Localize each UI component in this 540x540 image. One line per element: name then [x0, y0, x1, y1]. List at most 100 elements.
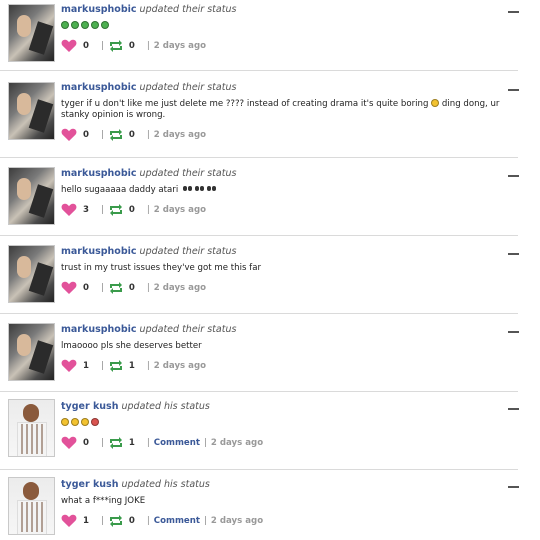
avatar[interactable] [8, 167, 55, 225]
action-text: updated their status [139, 324, 237, 335]
repost-count: 0 [128, 130, 135, 140]
status-text: hello sugaaaaa daddy atari [61, 185, 179, 195]
minus-icon[interactable] [508, 175, 519, 177]
repost-count: 1 [128, 438, 135, 448]
post-content [61, 21, 513, 33]
username-link[interactable]: tyger kush [61, 479, 118, 490]
status-text: tyger if u don't like me just delete me … [61, 99, 429, 109]
minus-icon[interactable] [508, 89, 519, 91]
action-text: updated their status [139, 168, 237, 179]
username-link[interactable]: markusphobic [61, 168, 137, 179]
like-count: 1 [83, 516, 89, 526]
separator: | [100, 361, 104, 371]
emoji-icon [431, 99, 440, 107]
username-link[interactable]: markusphobic [61, 4, 137, 15]
status-post: markusphobic updated their status 0 | 0 … [0, 0, 540, 70]
timestamp: 2 days ago [153, 283, 207, 293]
repost-icon[interactable] [108, 204, 124, 216]
repost-count: 0 [128, 41, 135, 51]
repost-icon[interactable] [108, 129, 124, 141]
username-link[interactable]: markusphobic [61, 246, 137, 257]
like-count: 0 [83, 130, 89, 140]
repost-icon[interactable] [108, 515, 124, 527]
emoji-icon [81, 418, 89, 426]
comment-link[interactable]: Comment [154, 515, 200, 527]
post-actions: 1 | 0 | Comment | 2 days ago [61, 514, 263, 528]
heart-icon[interactable] [61, 436, 77, 450]
post-header: tyger kush updated his status [61, 479, 210, 491]
separator: | [100, 130, 104, 140]
like-count: 3 [83, 205, 89, 215]
heart-icon[interactable] [61, 514, 77, 528]
username-link[interactable]: markusphobic [61, 82, 137, 93]
repost-count: 1 [128, 361, 135, 371]
repost-icon[interactable] [108, 40, 124, 52]
post-actions: 0 | 0 | 2 days ago [61, 39, 206, 53]
username-link[interactable]: markusphobic [61, 324, 137, 335]
action-text: updated their status [139, 4, 237, 15]
repost-icon[interactable] [108, 360, 124, 372]
separator: | [203, 438, 207, 448]
avatar[interactable] [8, 245, 55, 303]
heart-icon[interactable] [61, 203, 77, 217]
action-text: updated his status [121, 401, 210, 412]
like-count: 0 [83, 438, 89, 448]
post-header: markusphobic updated their status [61, 324, 236, 336]
minus-icon[interactable] [508, 11, 519, 13]
emoji-icon [71, 21, 79, 29]
heart-icon[interactable] [61, 39, 77, 53]
minus-icon[interactable] [508, 408, 519, 410]
post-content [61, 418, 513, 430]
status-text: what a f***ing JOKE [61, 496, 146, 506]
repost-count: 0 [128, 283, 135, 293]
post-content: trust in my trust issues they've got me … [61, 263, 513, 274]
username-link[interactable]: tyger kush [61, 401, 118, 412]
status-post: markusphobic updated their status trust … [0, 235, 540, 313]
emoji-row [61, 21, 109, 29]
post-header: markusphobic updated their status [61, 82, 236, 94]
comment-link[interactable]: Comment [154, 437, 200, 449]
post-content: lmaoooo pls she deserves better [61, 341, 513, 352]
repost-icon[interactable] [108, 282, 124, 294]
status-post: tyger kush updated his status what a f**… [0, 469, 540, 540]
avatar[interactable] [8, 4, 55, 62]
post-actions: 0 | 1 | Comment | 2 days ago [61, 436, 263, 450]
repost-count: 0 [128, 205, 135, 215]
heart-icon[interactable] [61, 128, 77, 142]
emoji-icon [61, 21, 69, 29]
emoji-row [61, 418, 99, 426]
separator: | [146, 438, 150, 448]
heart-icon[interactable] [61, 281, 77, 295]
repost-icon[interactable] [108, 437, 124, 449]
post-actions: 0 | 0 | 2 days ago [61, 281, 206, 295]
repost-count: 0 [128, 516, 135, 526]
timestamp: 2 days ago [153, 130, 207, 140]
status-text: lmaoooo pls she deserves better [61, 341, 202, 351]
separator: | [203, 516, 207, 526]
post-actions: 3 | 0 | 2 days ago [61, 203, 206, 217]
action-text: updated their status [139, 246, 237, 257]
emoji-icon [71, 418, 79, 426]
eyes-icon [182, 185, 193, 192]
status-text: trust in my trust issues they've got me … [61, 263, 261, 273]
timestamp: 2 days ago [153, 361, 207, 371]
post-header: markusphobic updated their status [61, 246, 236, 258]
status-post: markusphobic updated their status hello … [0, 157, 540, 235]
emoji-icon [81, 21, 89, 29]
separator: | [100, 516, 104, 526]
timestamp: 2 days ago [153, 41, 207, 51]
status-post: markusphobic updated their status tyger … [0, 70, 540, 158]
eyes-icon [206, 185, 217, 192]
eyes-icon [194, 185, 205, 192]
avatar[interactable] [8, 82, 55, 140]
avatar[interactable] [8, 323, 55, 381]
like-count: 0 [83, 41, 89, 51]
heart-icon[interactable] [61, 359, 77, 373]
like-count: 0 [83, 283, 89, 293]
minus-icon[interactable] [508, 253, 519, 255]
separator: | [146, 205, 150, 215]
avatar[interactable] [8, 399, 55, 457]
minus-icon[interactable] [508, 331, 519, 333]
minus-icon[interactable] [508, 486, 519, 488]
avatar[interactable] [8, 477, 55, 535]
